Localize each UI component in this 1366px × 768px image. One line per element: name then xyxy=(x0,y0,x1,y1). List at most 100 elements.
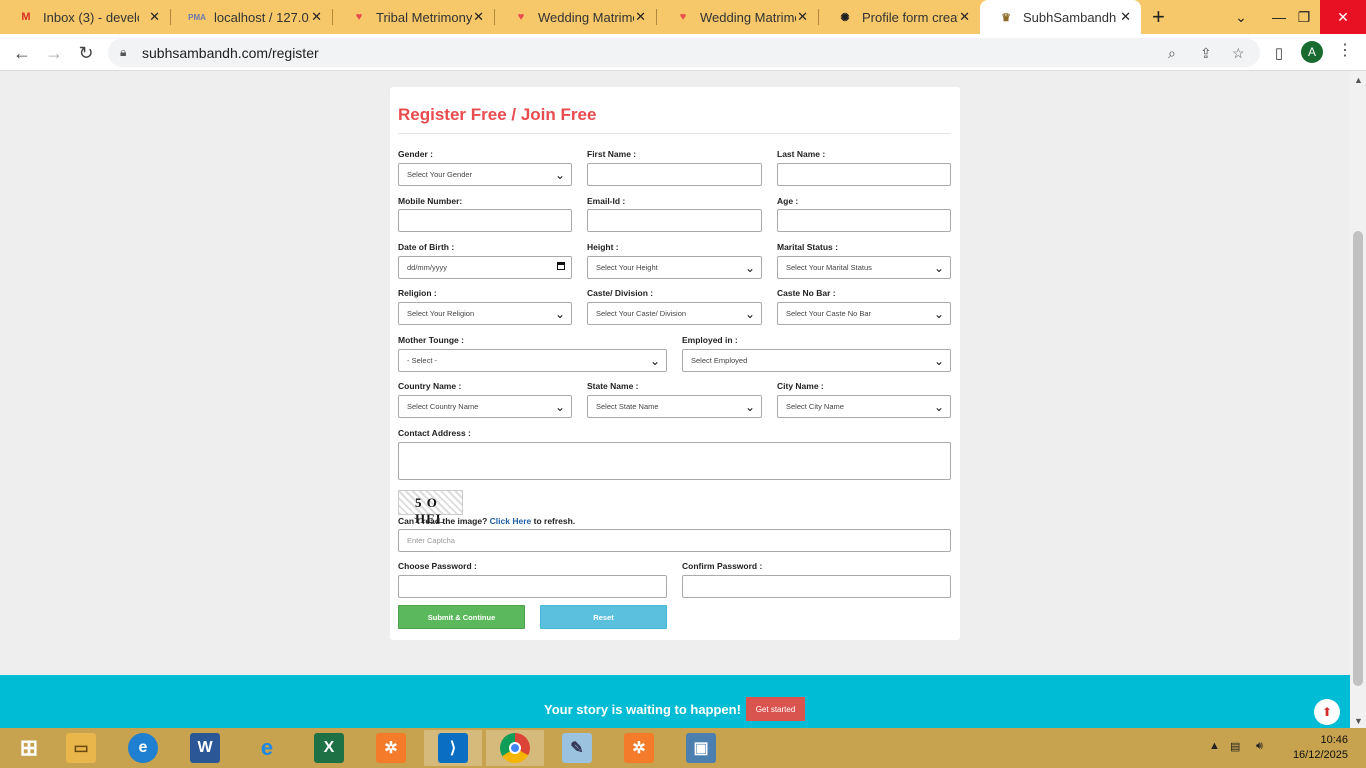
tab-subhsambandh[interactable]: ♛ SubhSambandh , I ✕ xyxy=(980,0,1141,34)
country-select[interactable]: Select Country Name ⌄ xyxy=(398,395,572,418)
chevron-down-icon: ⌄ xyxy=(933,354,944,368)
marital-label: Marital Status : xyxy=(777,242,838,252)
photos-icon[interactable]: ▣ xyxy=(672,730,730,766)
side-panel-icon[interactable]: ▯ xyxy=(1266,40,1292,66)
height-label: Height : xyxy=(587,242,619,252)
share-icon[interactable]: ⇪ xyxy=(1200,45,1212,62)
back-arrow-icon[interactable]: ← xyxy=(9,40,35,66)
captcha-help: Can`t read the image? Click Here to refr… xyxy=(398,516,575,526)
chevron-down-icon: ⌄ xyxy=(554,168,565,182)
address-textarea[interactable] xyxy=(398,442,951,480)
tab-wedding-matrimony-2[interactable]: ♥ Wedding Matrimo ✕ xyxy=(657,0,818,34)
caste-no-bar-select[interactable]: Select Your Caste No Bar ⌄ xyxy=(777,302,951,325)
scroll-down-arrow-icon[interactable]: ▼ xyxy=(1354,716,1363,726)
window-close-button[interactable]: ✕ xyxy=(1320,0,1366,34)
tab-wedding-matrimony-1[interactable]: ♥ Wedding Matrimo ✕ xyxy=(495,0,656,34)
reset-button[interactable]: Reset xyxy=(540,605,667,629)
age-input[interactable] xyxy=(777,209,951,232)
captcha-help-prefix: Can`t read the image? xyxy=(398,516,488,526)
forward-arrow-icon[interactable]: → xyxy=(41,40,67,66)
city-select[interactable]: Select City Name ⌄ xyxy=(777,395,951,418)
height-select[interactable]: Select Your Height ⌄ xyxy=(587,256,762,279)
zoom-icon[interactable]: ⌕ xyxy=(1168,45,1176,62)
marital-select[interactable]: Select Your Marital Status ⌄ xyxy=(777,256,951,279)
get-started-button[interactable]: Get started xyxy=(746,697,805,721)
gender-label: Gender : xyxy=(398,149,433,159)
religion-select-value: Select Your Religion xyxy=(407,309,475,318)
mobile-label: Mobile Number: xyxy=(398,196,463,206)
excel-icon[interactable]: X xyxy=(300,730,358,766)
heart-icon: ♥ xyxy=(355,11,363,23)
caste-select[interactable]: Select Your Caste/ Division ⌄ xyxy=(587,302,762,325)
close-icon[interactable]: ✕ xyxy=(797,9,808,25)
system-clock[interactable]: 10:46 16/12/2025 xyxy=(1286,733,1348,763)
browser-tab-strip: M Inbox (3) - develop ✕ PMA localhost / … xyxy=(0,0,1366,34)
choose-password-input[interactable] xyxy=(398,575,667,598)
windows-start-icon[interactable]: ⊞ xyxy=(0,730,58,766)
tray-overflow-icon[interactable]: ▲ xyxy=(1209,740,1220,752)
first-name-label: First Name : xyxy=(587,149,637,159)
xampp-icon[interactable]: ✲ xyxy=(362,730,420,766)
close-icon[interactable]: ✕ xyxy=(311,9,322,25)
page-scrollbar[interactable]: ▲ ▼ xyxy=(1350,71,1366,728)
bookmark-star-icon[interactable]: ☆ xyxy=(1232,45,1245,62)
address-bar[interactable]: 🔒︎ subhsambandh.com/register ⌕ ⇪ ☆ xyxy=(108,38,1260,67)
caste-label: Caste/ Division : xyxy=(587,288,654,298)
confirm-password-input[interactable] xyxy=(682,575,951,598)
tab-label: Profile form creati xyxy=(862,9,958,25)
xampp-control-icon[interactable]: ✲ xyxy=(610,730,668,766)
scroll-up-arrow-icon[interactable]: ▲ xyxy=(1354,75,1363,85)
height-select-value: Select Your Height xyxy=(596,263,658,272)
captcha-image: 5 O HEL xyxy=(398,490,463,526)
internet-explorer-icon[interactable]: e xyxy=(238,730,296,766)
religion-label: Religion : xyxy=(398,288,437,298)
word-icon[interactable]: W xyxy=(176,730,234,766)
tab-label: Wedding Matrimo xyxy=(538,9,634,25)
close-icon[interactable]: ✕ xyxy=(473,9,484,25)
tab-phpmyadmin[interactable]: PMA localhost / 127.0.0 ✕ xyxy=(171,0,332,34)
captcha-input[interactable]: Enter Captcha xyxy=(398,529,951,552)
close-icon[interactable]: ✕ xyxy=(1120,9,1131,25)
captcha-placeholder: Enter Captcha xyxy=(407,536,455,545)
first-name-input[interactable] xyxy=(587,163,762,186)
close-icon[interactable]: ✕ xyxy=(959,9,970,25)
email-input[interactable] xyxy=(587,209,762,232)
last-name-input[interactable] xyxy=(777,163,951,186)
caste-select-value: Select Your Caste/ Division xyxy=(596,309,687,318)
state-select[interactable]: Select State Name ⌄ xyxy=(587,395,762,418)
tab-profile-form[interactable]: ✺ Profile form creati ✕ xyxy=(819,0,980,34)
scroll-to-top-icon[interactable]: ⬆ xyxy=(1314,699,1340,725)
chevron-down-icon: ⌄ xyxy=(649,354,660,368)
gmail-icon: M xyxy=(21,11,31,23)
file-explorer-icon[interactable]: ▭ xyxy=(52,730,110,766)
close-icon[interactable]: ✕ xyxy=(635,9,646,25)
religion-select[interactable]: Select Your Religion ⌄ xyxy=(398,302,572,325)
scrollbar-thumb[interactable] xyxy=(1353,231,1363,686)
mobile-input[interactable] xyxy=(398,209,572,232)
avatar[interactable]: A xyxy=(1301,41,1323,63)
new-tab-button[interactable]: + xyxy=(1152,4,1165,30)
notepad-icon[interactable]: ✎ xyxy=(548,730,606,766)
submit-button[interactable]: Submit & Continue xyxy=(398,605,525,629)
phpmyadmin-icon: PMA xyxy=(188,12,206,22)
close-icon[interactable]: ✕ xyxy=(149,9,160,25)
mother-tongue-select[interactable]: - Select - ⌄ xyxy=(398,349,667,372)
tab-gmail[interactable]: M Inbox (3) - develop ✕ xyxy=(0,0,170,34)
site-icon: ♛ xyxy=(1001,11,1011,24)
calendar-icon[interactable] xyxy=(557,262,565,270)
edge-icon[interactable]: e xyxy=(114,730,172,766)
employed-select[interactable]: Select Employed ⌄ xyxy=(682,349,951,372)
network-icon[interactable]: ▤ xyxy=(1230,740,1240,753)
chevron-down-icon: ⌄ xyxy=(554,400,565,414)
url-text[interactable]: subhsambandh.com/register xyxy=(142,45,319,61)
chrome-icon[interactable] xyxy=(486,730,544,766)
address-label: Contact Address : xyxy=(398,428,471,438)
volume-icon[interactable]: 🔊︎ xyxy=(1256,740,1263,753)
dob-input[interactable]: dd/mm/yyyy xyxy=(398,256,572,279)
captcha-refresh-link[interactable]: Click Here xyxy=(490,516,532,526)
gender-select[interactable]: Select Your Gender ⌄ xyxy=(398,163,572,186)
tab-tribal-metrimony[interactable]: ♥ Tribal Metrimony ✕ xyxy=(333,0,494,34)
vscode-icon[interactable]: ⟩ xyxy=(424,730,482,766)
reload-icon[interactable]: ↻ xyxy=(73,40,99,66)
more-menu-icon[interactable]: ⋮ xyxy=(1337,40,1353,60)
